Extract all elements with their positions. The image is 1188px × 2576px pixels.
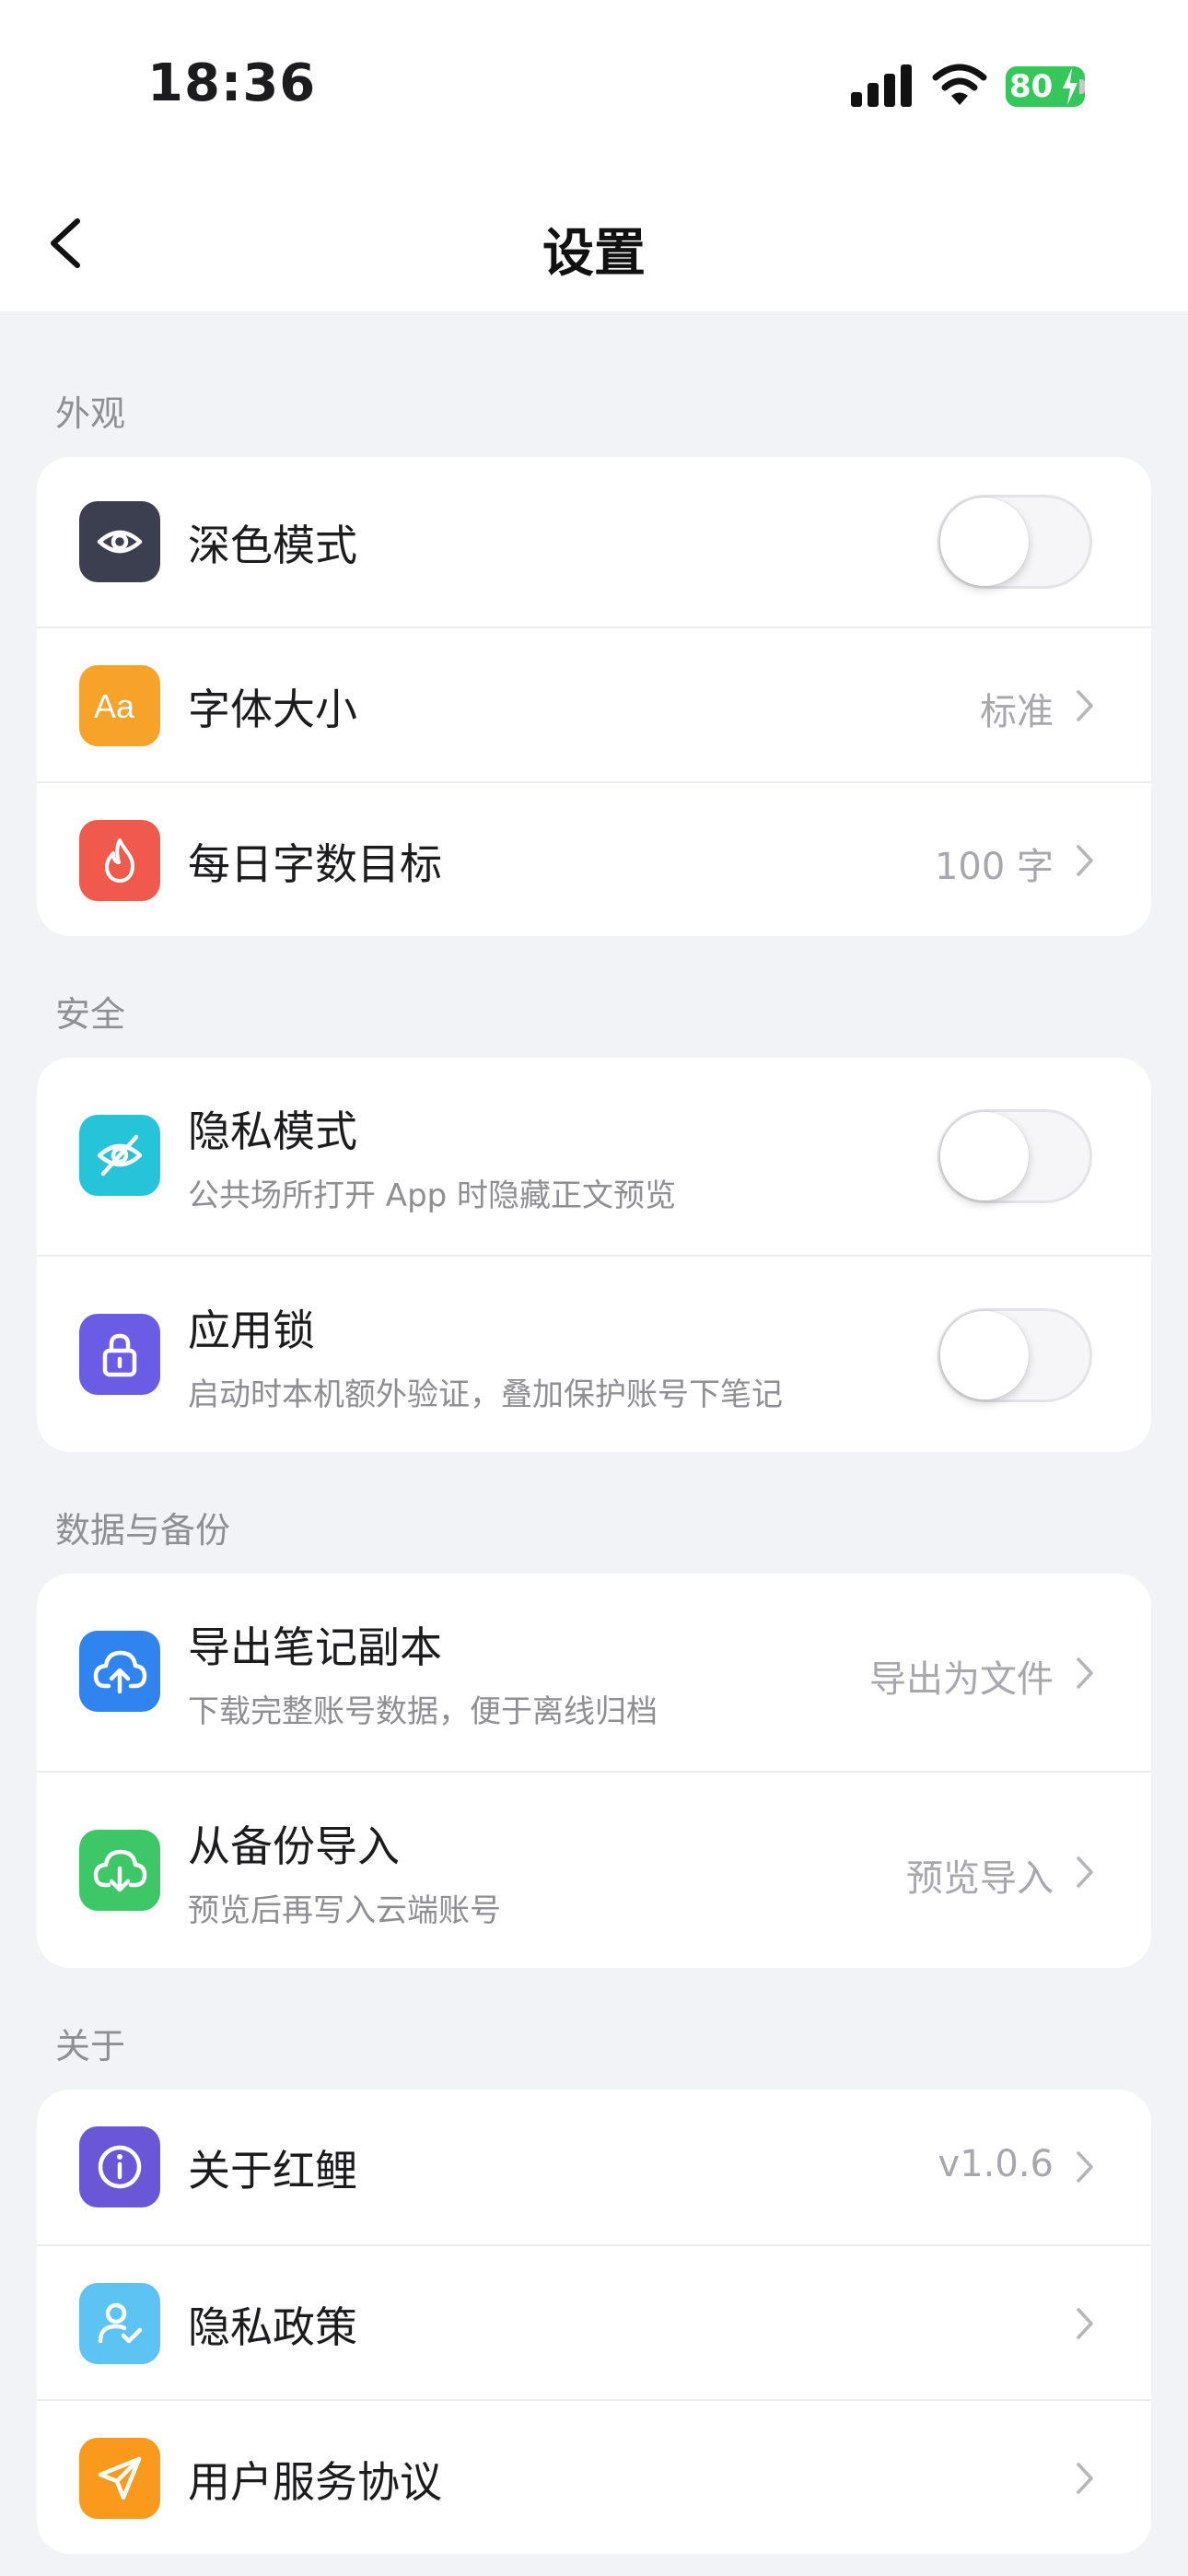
setting-value: 预览导入 [906,1857,1054,1900]
page-title: 设置 [542,224,646,284]
status-time: 18:36 [147,53,317,113]
setting-row-terms[interactable]: 用户服务协议 [37,2399,1151,2554]
battery-tip [1079,79,1085,94]
section-label-data-backup: 数据与备份 [55,1510,231,1551]
setting-row-privacy-mode: 隐私模式 公共场所打开 App 时隐藏正文预览 [37,1058,1151,1255]
lock-icon [79,1314,160,1395]
setting-title: 深色模式 [188,521,357,570]
font-size-icon: Aa [79,665,160,746]
privacy-mode-toggle[interactable] [938,1109,1092,1203]
chevron-right-icon [1077,2308,1093,2339]
settings-card-appearance: 深色模式 Aa 字体大小 标准 每日字数目标 100 字 [37,457,1151,936]
chevron-right-icon [1077,845,1093,876]
wifi-icon [932,64,987,105]
setting-row-privacy-policy[interactable]: 隐私政策 [37,2244,1151,2399]
app-lock-toggle[interactable] [938,1308,1092,1402]
section-label-appearance: 外观 [55,393,126,434]
setting-title: 从备份导入 [188,1821,400,1871]
setting-value: 100 字 [934,846,1054,888]
signal-icon [851,64,912,107]
setting-title: 导出笔记副本 [188,1622,442,1672]
toggle-knob [940,1112,1029,1200]
charging-bolt-icon [1063,68,1077,105]
setting-value: v1.0.6 [938,2143,1054,2185]
section-label-security: 安全 [55,994,126,1035]
chevron-right-icon [1077,2463,1093,2494]
settings-card-about: 关于红鲤 v1.0.6 隐私政策 用户服务协议 [37,2090,1151,2554]
setting-subtitle: 公共场所打开 App 时隐藏正文预览 [188,1177,677,1214]
setting-row-app-lock: 应用锁 启动时本机额外验证，叠加保护账号下笔记 [37,1255,1151,1452]
chevron-right-icon [1077,1657,1093,1689]
flame-icon [79,820,160,901]
user-check-icon [79,2283,160,2364]
eye-off-icon [79,1115,160,1196]
settings-card-security: 隐私模式 公共场所打开 App 时隐藏正文预览 应用锁 启动时本机额外验证，叠加… [37,1058,1151,1452]
setting-row-export[interactable]: 导出笔记副本 下载完整账号数据，便于离线归档 导出为文件 [37,1574,1151,1771]
settings-card-data-backup: 导出笔记副本 下载完整账号数据，便于离线归档 导出为文件 从备份导入 预览后再写… [37,1574,1151,1968]
info-icon [79,2126,160,2207]
chevron-right-icon [1077,690,1093,721]
setting-value: 导出为文件 [869,1658,1054,1701]
setting-title: 应用锁 [188,1306,315,1355]
setting-row-daily-goal[interactable]: 每日字数目标 100 字 [37,781,1151,936]
setting-row-font-size[interactable]: Aa 字体大小 标准 [37,626,1151,781]
setting-subtitle: 启动时本机额外验证，叠加保护账号下笔记 [188,1376,783,1413]
dark-mode-toggle[interactable] [938,495,1092,589]
nav-bar: 设置 [0,175,1188,311]
cloud-upload-icon [79,1631,160,1712]
setting-row-import[interactable]: 从备份导入 预览后再写入云端账号 预览导入 [37,1771,1151,1968]
setting-title: 隐私模式 [188,1107,357,1156]
cloud-download-icon [79,1830,160,1911]
section-label-about: 关于 [55,2026,126,2067]
toggle-knob [940,498,1029,586]
setting-title: 字体大小 [188,685,357,734]
setting-subtitle: 预览后再写入云端账号 [188,1892,501,1929]
setting-title: 用户服务协议 [188,2457,442,2507]
send-icon [79,2438,160,2519]
setting-value: 标准 [980,691,1054,733]
setting-title: 隐私政策 [188,2302,357,2352]
status-bar: 18:36 80 [0,0,1188,175]
setting-row-dark-mode: 深色模式 [37,457,1151,626]
chevron-right-icon [1077,1856,1093,1888]
setting-title: 关于红鲤 [188,2146,357,2195]
setting-title: 每日字数目标 [188,839,442,889]
toggle-knob [940,1311,1029,1399]
setting-row-about-app[interactable]: 关于红鲤 v1.0.6 [37,2090,1151,2244]
svg-text:Aa: Aa [94,687,135,724]
chevron-right-icon [1077,2151,1093,2183]
eye-icon [79,501,160,582]
setting-subtitle: 下载完整账号数据，便于离线归档 [188,1693,658,1730]
